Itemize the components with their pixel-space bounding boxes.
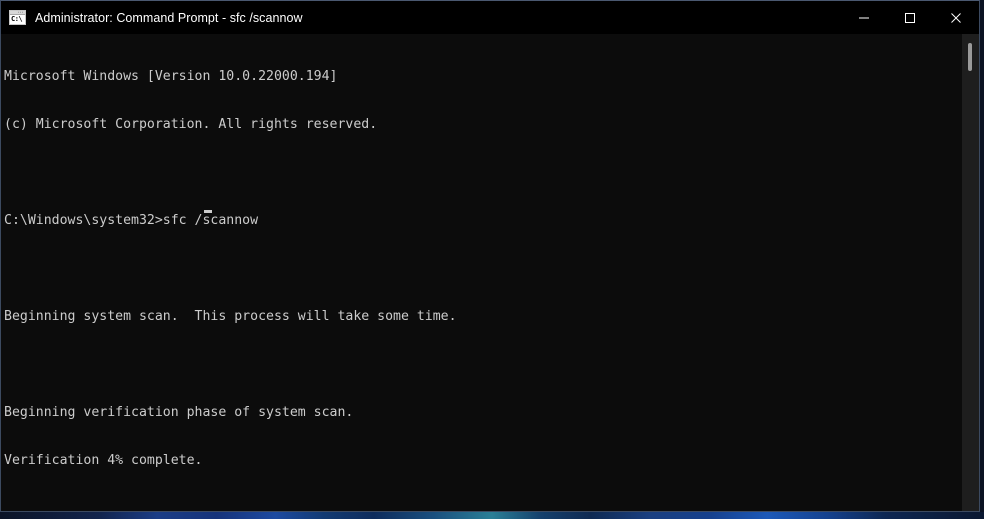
command-prompt-icon-dots: ••• — [17, 10, 24, 14]
maximize-button[interactable] — [887, 1, 933, 34]
console-line: Verification 4% complete. — [4, 453, 203, 468]
console-line: (c) Microsoft Corporation. All rights re… — [4, 117, 378, 132]
console-scrollbar-thumb[interactable] — [968, 43, 972, 71]
command-prompt-window: ••• C:\ Administrator: Command Prompt - … — [0, 0, 980, 512]
close-button[interactable] — [933, 1, 979, 34]
console-line: Microsoft Windows [Version 10.0.22000.19… — [4, 69, 338, 84]
window-controls — [841, 1, 979, 34]
console-line: Beginning verification phase of system s… — [4, 405, 354, 420]
minimize-button[interactable] — [841, 1, 887, 34]
console-line: Beginning system scan. This process will… — [4, 309, 457, 324]
console-line: C:\Windows\system32>sfc /scannow — [4, 213, 259, 228]
console-output-area[interactable]: Microsoft Windows [Version 10.0.22000.19… — [1, 34, 979, 511]
console-text-buffer: Microsoft Windows [Version 10.0.22000.19… — [4, 37, 957, 501]
window-title-text: Administrator: Command Prompt - sfc /sca… — [35, 10, 303, 25]
command-prompt-icon: ••• C:\ — [9, 10, 26, 25]
command-prompt-icon-glyph: C:\ — [11, 15, 23, 23]
title-bar-left-group: ••• C:\ Administrator: Command Prompt - … — [1, 10, 841, 25]
console-scrollbar[interactable] — [962, 34, 979, 511]
window-title-bar[interactable]: ••• C:\ Administrator: Command Prompt - … — [1, 1, 979, 34]
console-cursor — [204, 210, 212, 213]
